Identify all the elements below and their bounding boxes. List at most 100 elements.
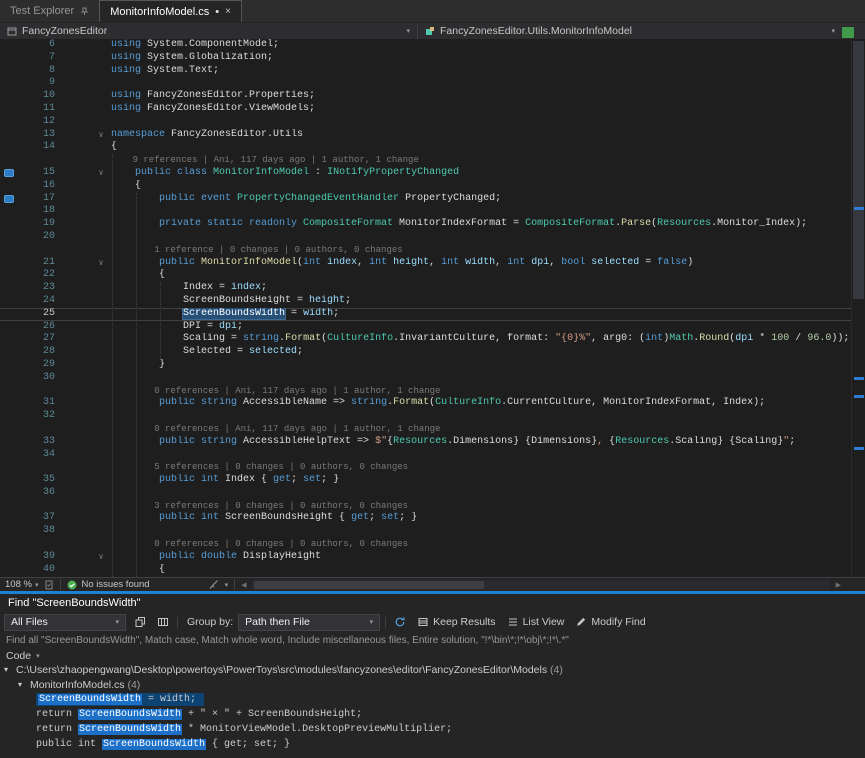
- find-result-row[interactable]: public int ScreenBoundsWidth { get; set;…: [0, 737, 865, 752]
- fold-toggle-icon[interactable]: ∨: [93, 167, 109, 180]
- scroll-left-icon[interactable]: ◀: [241, 581, 246, 589]
- fold-margin: [93, 52, 109, 65]
- code-line[interactable]: 21∨ public MonitorInfoModel(int index, i…: [0, 257, 865, 270]
- keep-results-button[interactable]: Keep Results: [414, 614, 498, 630]
- code-text: 0 references | 0 changes | 0 authors, 0 …: [109, 538, 865, 551]
- code-line[interactable]: 16 {: [0, 180, 865, 193]
- code-line[interactable]: 9: [0, 77, 865, 90]
- group-by-label: Group by:: [187, 616, 233, 628]
- glyph-margin: [0, 423, 17, 436]
- horizontal-scrollbar[interactable]: [252, 580, 829, 590]
- code-line[interactable]: 7using System.Globalization;: [0, 52, 865, 65]
- issues-indicator[interactable]: No issues found: [67, 579, 149, 590]
- scrollbar-thumb[interactable]: [853, 41, 864, 299]
- code-line[interactable]: 24 ScreenBoundsHeight = height;: [0, 295, 865, 308]
- code-line[interactable]: 28 Selected = selected;: [0, 346, 865, 359]
- member-dropdown[interactable]: FancyZonesEditor.Utils.MonitorInfoModel …: [418, 23, 865, 39]
- code-line[interactable]: 8using System.Text;: [0, 65, 865, 78]
- code-token: Index {: [225, 474, 273, 485]
- scroll-right-icon[interactable]: ▶: [836, 581, 841, 589]
- codelens-row[interactable]: 0 references | Ani, 117 days ago | 1 aut…: [0, 385, 865, 398]
- codelens-row[interactable]: 0 references | Ani, 117 days ago | 1 aut…: [0, 423, 865, 436]
- group-by-dropdown[interactable]: Path then File ▾: [238, 614, 380, 631]
- copy-results-button[interactable]: [131, 614, 149, 630]
- list-view-button[interactable]: List View: [504, 614, 568, 630]
- code-line[interactable]: 32: [0, 410, 865, 423]
- chevron-down-icon[interactable]: ▾: [225, 581, 229, 589]
- code-line[interactable]: 36: [0, 487, 865, 500]
- code-line[interactable]: 17 public event PropertyChangedEventHand…: [0, 193, 865, 206]
- code-line[interactable]: 12: [0, 116, 865, 129]
- fold-toggle-icon[interactable]: ∨: [93, 551, 109, 564]
- code-line[interactable]: 34: [0, 449, 865, 462]
- code-line[interactable]: 26 DPI = dpi;: [0, 321, 865, 334]
- code-token: Math: [669, 333, 693, 344]
- codelens-row[interactable]: 5 references | 0 changes | 0 authors, 0 …: [0, 461, 865, 474]
- code-line[interactable]: 25 ScreenBoundsWidth = width;: [0, 308, 865, 321]
- scrollbar-thumb[interactable]: [254, 581, 484, 589]
- code-line[interactable]: 11using FancyZonesEditor.ViewModels;: [0, 103, 865, 116]
- scope-dropdown[interactable]: All Files ▾: [4, 614, 126, 631]
- code-line[interactable]: 23 Index = index;: [0, 282, 865, 295]
- code-line[interactable]: 18: [0, 205, 865, 218]
- code-line[interactable]: 22 {: [0, 269, 865, 282]
- find-result-row[interactable]: ScreenBoundsWidth = width;: [0, 692, 865, 707]
- modify-find-button[interactable]: Modify Find: [572, 614, 648, 630]
- zoom-control[interactable]: 108 % ▾: [5, 579, 38, 590]
- code-line[interactable]: 37 public int ScreenBoundsHeight { get; …: [0, 512, 865, 525]
- bookmark-icon[interactable]: [4, 195, 14, 203]
- code-line[interactable]: 15∨ public class MonitorInfoModel : INot…: [0, 167, 865, 180]
- document-health-icon[interactable]: [44, 580, 54, 590]
- columns-options-button[interactable]: [154, 614, 172, 630]
- editor-vertical-scrollbar[interactable]: [851, 39, 865, 577]
- code-line[interactable]: 29 }: [0, 359, 865, 372]
- results-section-header[interactable]: Code ▾: [0, 648, 865, 662]
- codelens-row[interactable]: 1 reference | 0 changes | 0 authors, 0 c…: [0, 244, 865, 257]
- fold-toggle-icon[interactable]: ∨: [93, 257, 109, 270]
- code-line[interactable]: 6using System.ComponentModel;: [0, 39, 865, 52]
- code-line[interactable]: 20: [0, 231, 865, 244]
- code-line[interactable]: 30: [0, 372, 865, 385]
- separator: [385, 617, 386, 628]
- code-line[interactable]: 39∨ public double DisplayHeight: [0, 551, 865, 564]
- glyph-margin: [0, 564, 17, 577]
- code-line[interactable]: 14{: [0, 141, 865, 154]
- code-token: DPI =: [111, 321, 219, 332]
- code-line[interactable]: 40 {: [0, 564, 865, 577]
- bookmark-icon[interactable]: [4, 169, 14, 177]
- project-dropdown[interactable]: FancyZonesEditor ▾: [0, 23, 418, 39]
- code-line[interactable]: 27 Scaling = string.Format(CultureInfo.I…: [0, 333, 865, 346]
- repeat-find-button[interactable]: [391, 614, 409, 630]
- code-line[interactable]: 38: [0, 525, 865, 538]
- tree-expand-icon[interactable]: ▾: [18, 680, 30, 689]
- pin-icon[interactable]: [80, 7, 89, 16]
- find-result-row[interactable]: return ScreenBoundsWidth + " × " + Scree…: [0, 707, 865, 722]
- glyph-margin: [0, 359, 17, 372]
- code-line[interactable]: 10using FancyZonesEditor.Properties;: [0, 90, 865, 103]
- codelens-row[interactable]: 0 references | 0 changes | 0 authors, 0 …: [0, 538, 865, 551]
- find-result-row[interactable]: return ScreenBoundsWidth * MonitorViewMo…: [0, 722, 865, 737]
- tab-monitorinfomodel[interactable]: MonitorInfoModel.cs • ×: [99, 0, 242, 22]
- gutter-spacer: [65, 308, 93, 321]
- code-editor[interactable]: 6using System.ComponentModel;7using Syst…: [0, 39, 865, 577]
- tab-test-explorer[interactable]: Test Explorer: [0, 0, 99, 22]
- codelens-row[interactable]: 3 references | 0 changes | 0 authors, 0 …: [0, 500, 865, 513]
- code-token: ,: [549, 257, 561, 268]
- project-name: FancyZonesEditor: [22, 25, 107, 37]
- line-number: 25: [17, 308, 65, 321]
- code-line[interactable]: 33 public string AccessibleHelpText => $…: [0, 436, 865, 449]
- code-line[interactable]: 13∨namespace FancyZonesEditor.Utils: [0, 129, 865, 142]
- find-result-group[interactable]: ▾C:\Users\zhaopengwang\Desktop\powertoys…: [0, 662, 865, 677]
- fold-toggle-icon[interactable]: ∨: [93, 129, 109, 142]
- code-line[interactable]: 35 public int Index { get; set; }: [0, 474, 865, 487]
- close-icon[interactable]: ×: [225, 6, 231, 17]
- codelens-row[interactable]: 9 references | Ani, 117 days ago | 1 aut…: [0, 154, 865, 167]
- split-window-button[interactable]: [842, 27, 854, 38]
- code-line[interactable]: 19 private static readonly CompositeForm…: [0, 218, 865, 231]
- find-result-group[interactable]: ▾MonitorInfoModel.cs (4): [0, 677, 865, 692]
- fold-margin: [93, 77, 109, 90]
- tree-expand-icon[interactable]: ▾: [4, 665, 16, 674]
- code-cleanup-icon[interactable]: [208, 579, 219, 590]
- code-line[interactable]: 31 public string AccessibleName => strin…: [0, 397, 865, 410]
- code-token: {Dimensions}: [525, 436, 597, 447]
